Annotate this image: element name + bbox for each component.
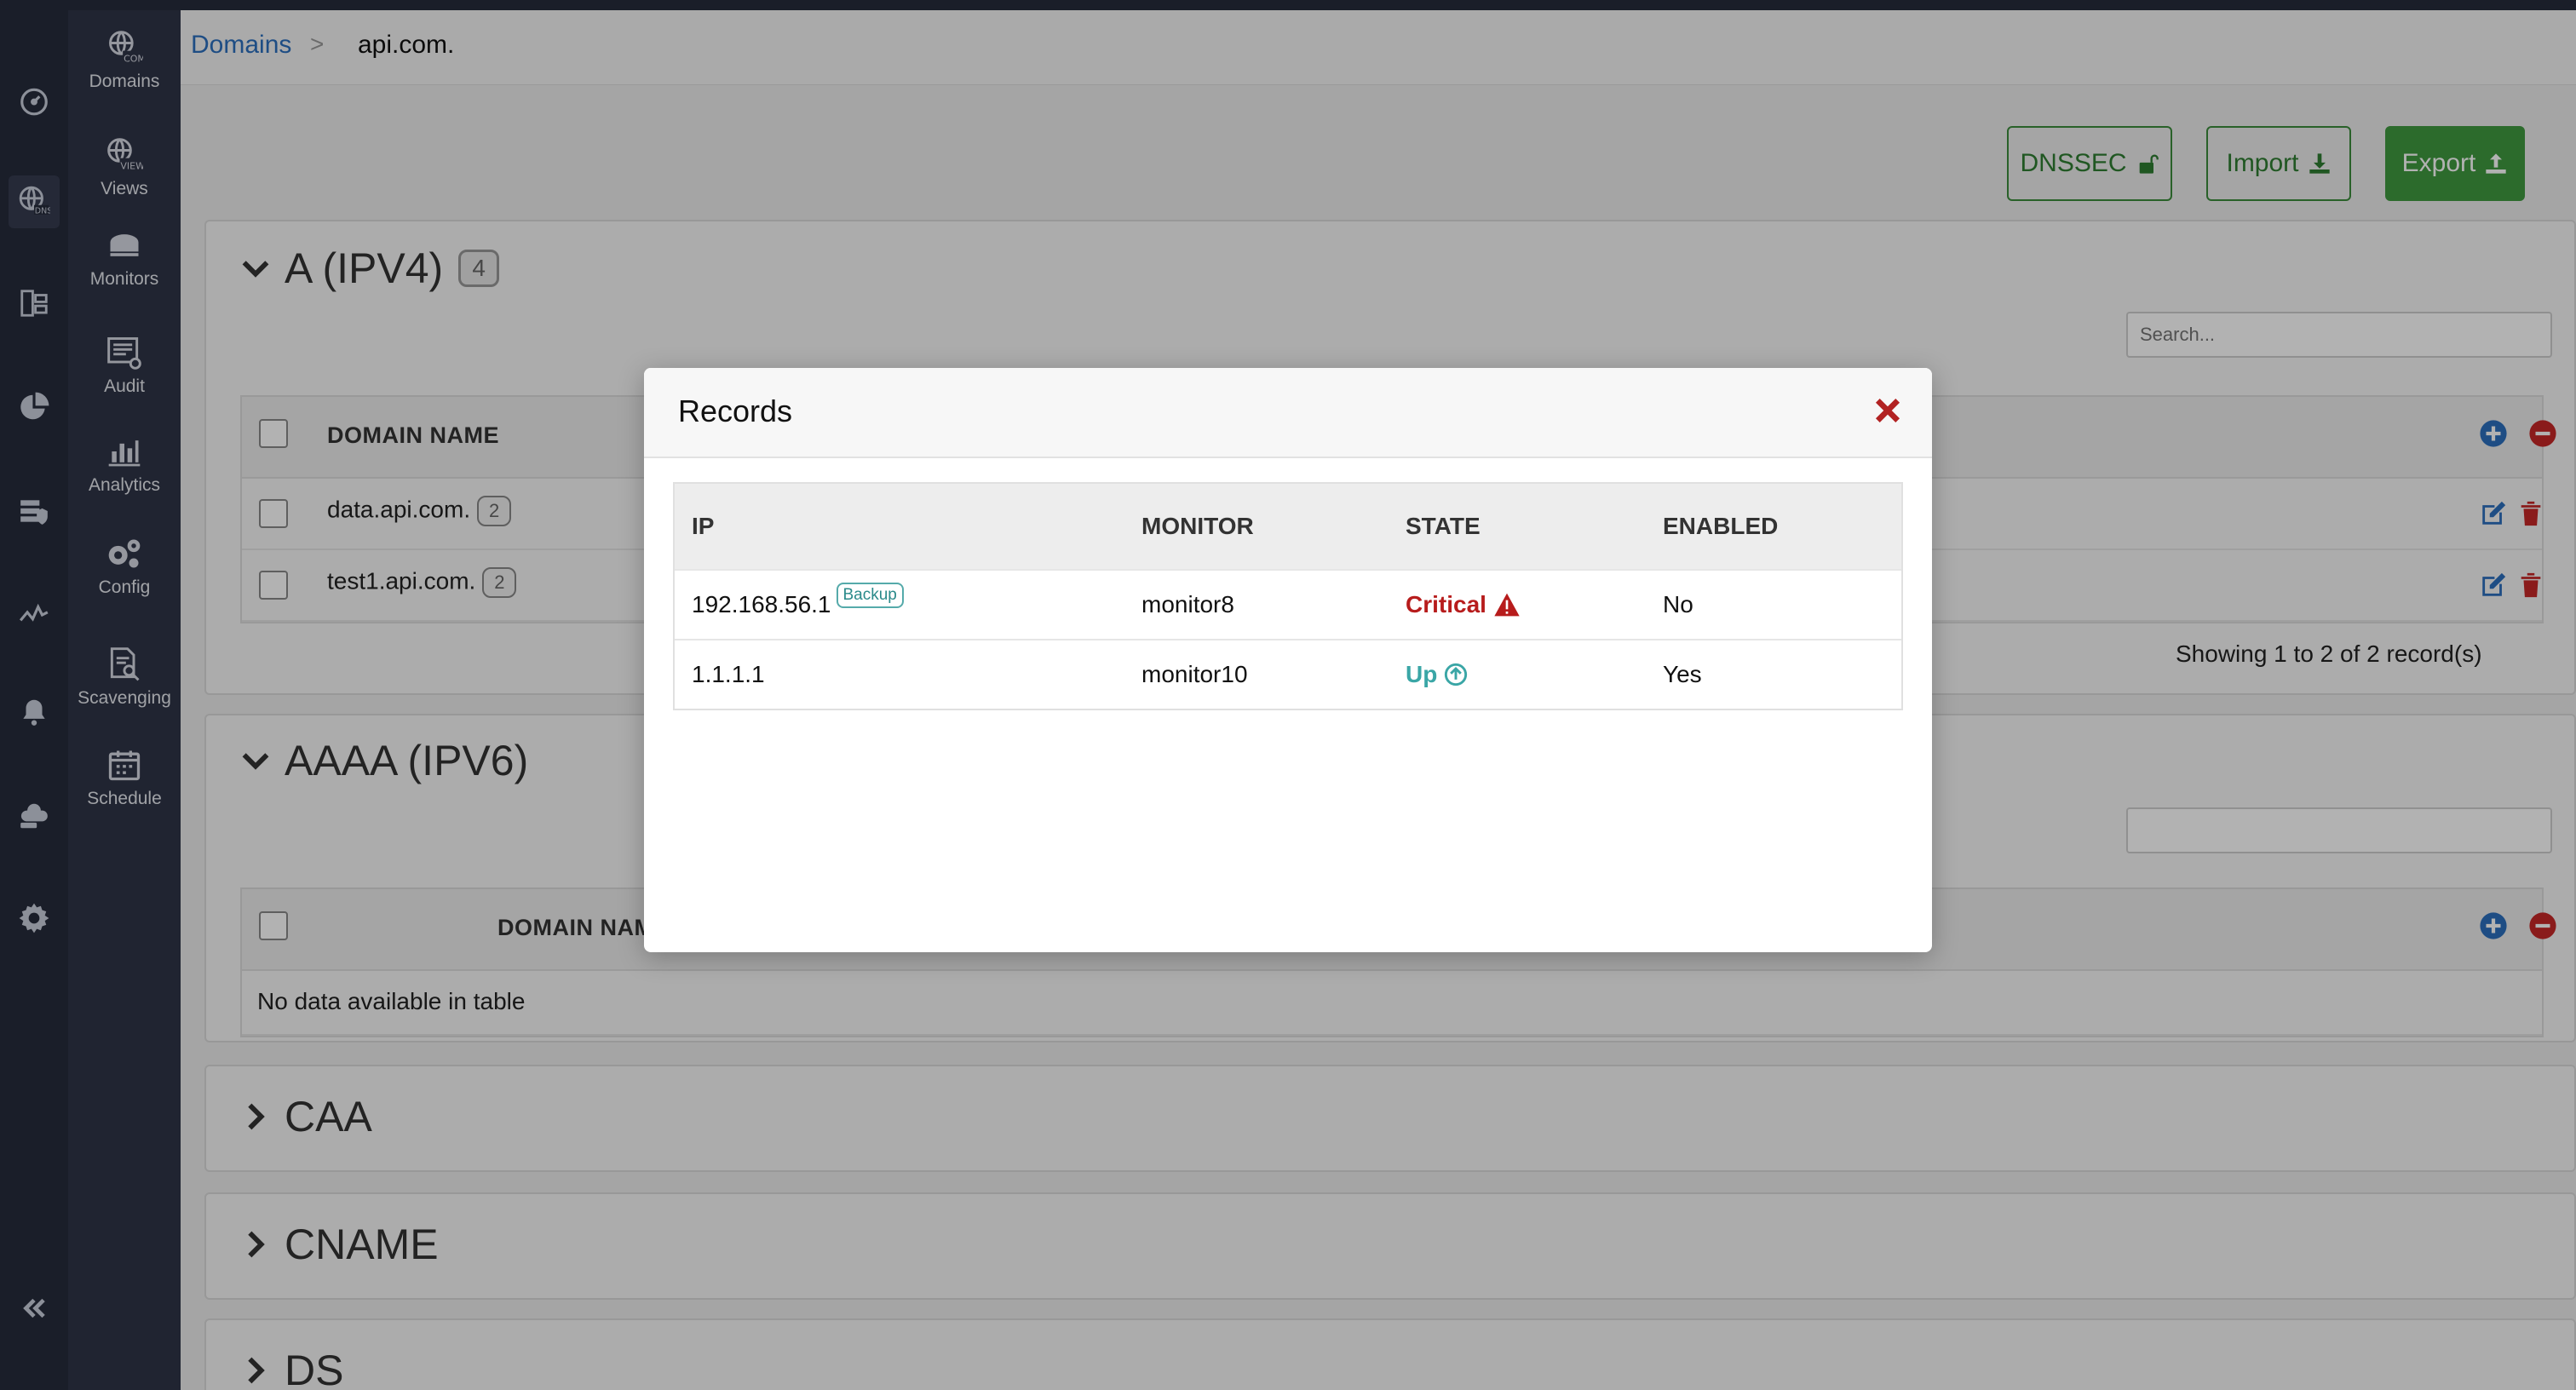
close-icon[interactable] (1871, 393, 1905, 428)
enabled-cell: Yes (1663, 661, 1702, 687)
column-enabled: ENABLED (1663, 513, 1779, 539)
warning-icon (1494, 593, 1520, 617)
column-state: STATE (1406, 513, 1481, 539)
column-ip: IP (692, 513, 715, 539)
column-monitor: MONITOR (1141, 513, 1254, 539)
monitor-cell: monitor10 (1141, 661, 1248, 687)
backup-tag: Backup (836, 583, 904, 608)
monitor-cell: monitor8 (1141, 591, 1234, 617)
ip-value: 192.168.56.1 (692, 591, 831, 617)
ip-cell: 192.168.56.1 Backup (692, 583, 904, 618)
state-cell: Critical (1406, 591, 1521, 618)
ip-cell: 1.1.1.1 (692, 661, 765, 687)
state-value: Up (1406, 661, 1438, 687)
records-table-header: IP MONITOR STATE ENABLED (675, 484, 1901, 569)
modal-title: Records (678, 393, 793, 428)
table-row: 192.168.56.1 Backup monitor8 Critical No (675, 569, 1901, 639)
state-cell: Up (1406, 661, 1468, 688)
enabled-cell: No (1663, 591, 1693, 617)
records-table: IP MONITOR STATE ENABLED 192.168.56.1 Bac… (673, 482, 1903, 710)
modal-header: Records (644, 368, 1932, 458)
records-modal: Records IP MONITOR STATE ENABLED 192.168… (644, 368, 1932, 952)
table-row: 1.1.1.1 monitor10 Up Yes (675, 639, 1901, 709)
state-value: Critical (1406, 591, 1486, 617)
arrow-up-circle-icon (1445, 663, 1468, 686)
